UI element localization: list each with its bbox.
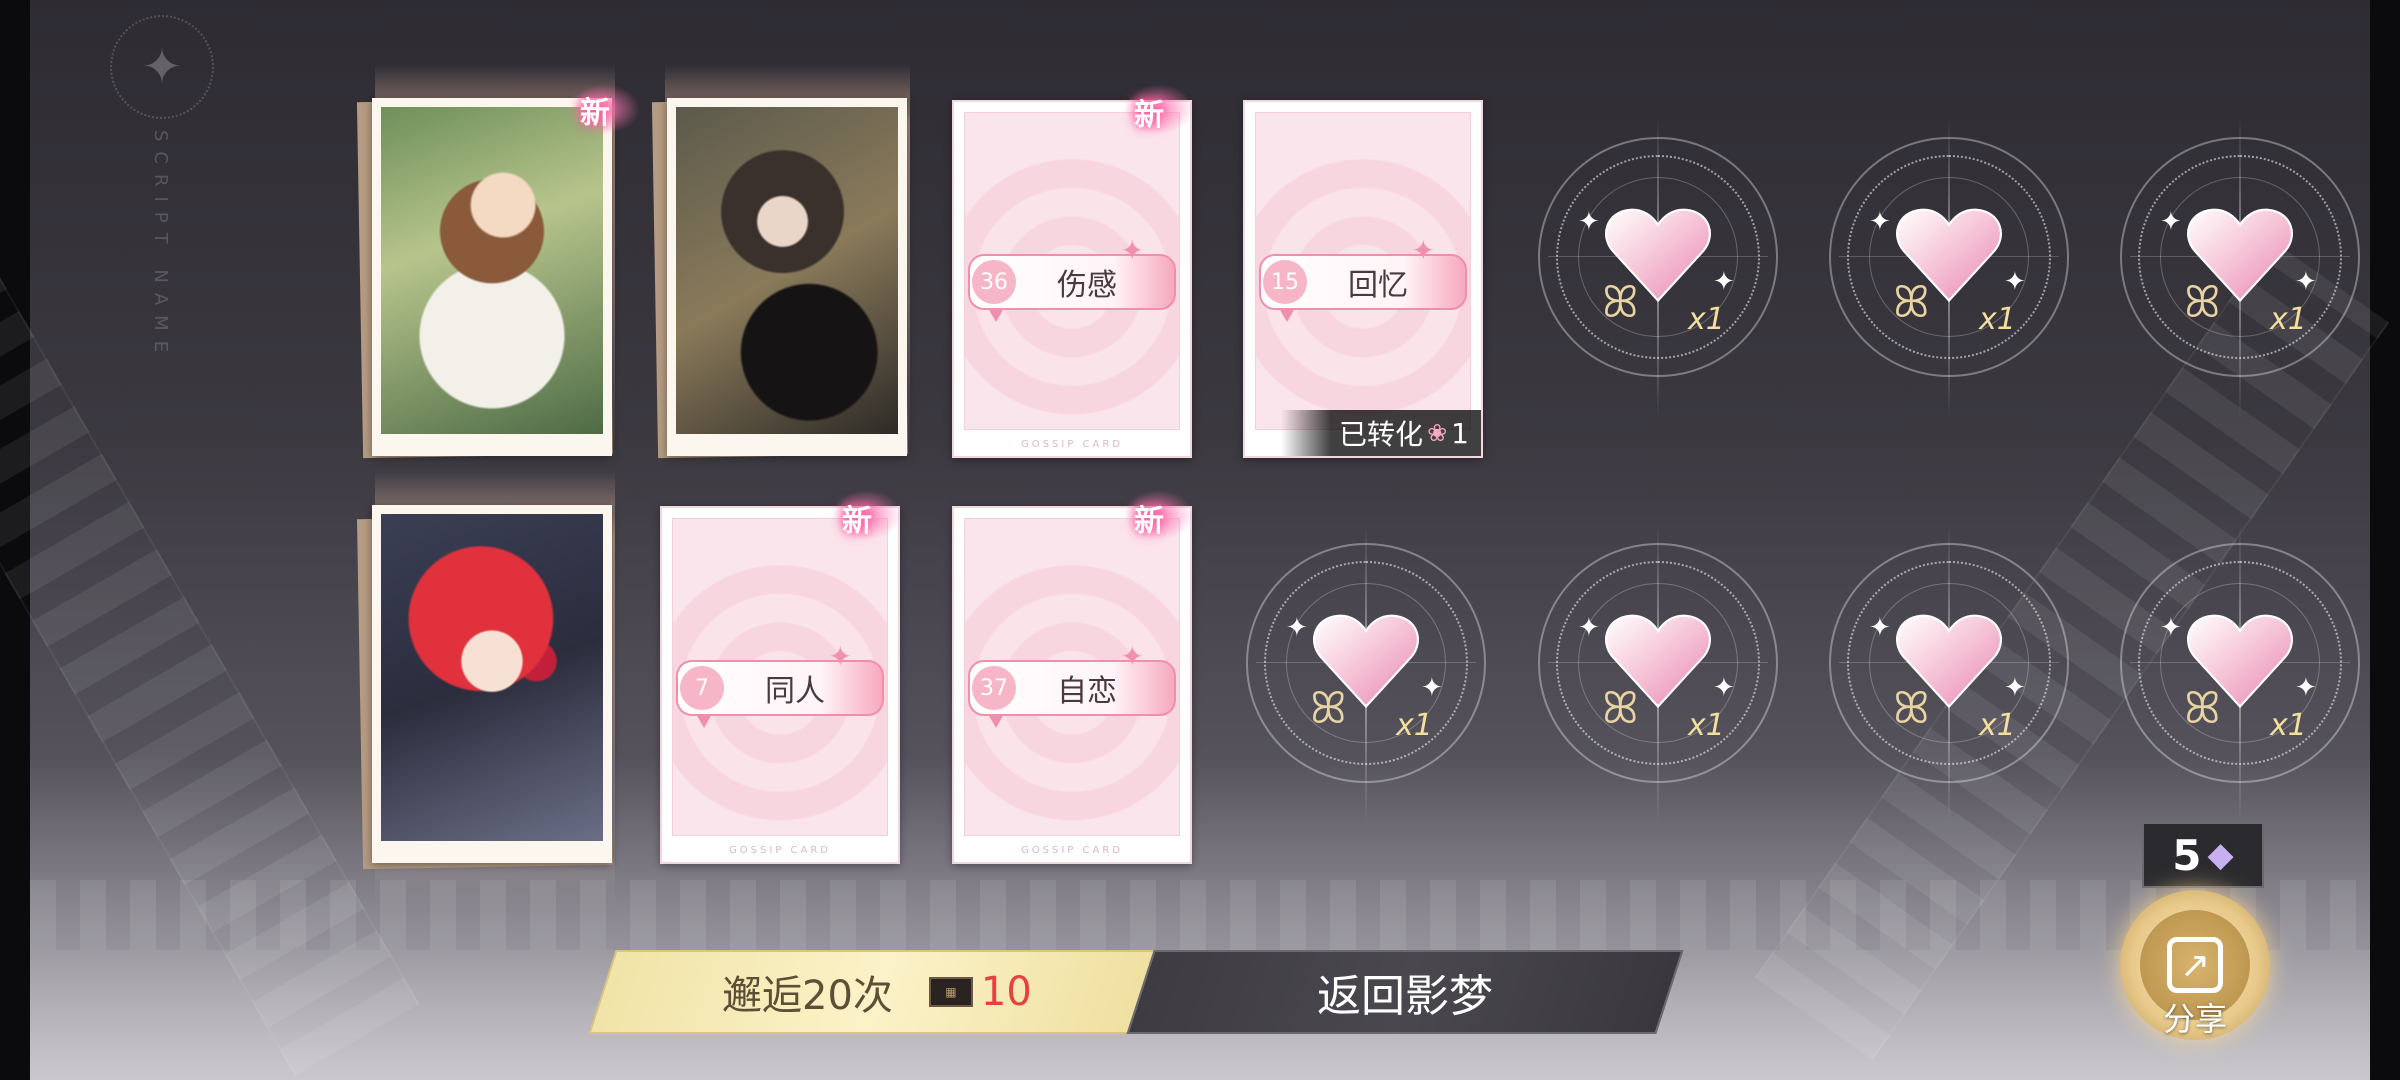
reward-qty: x1 (2270, 302, 2307, 337)
draw-20-button[interactable]: 邂逅20次 ▦ 10 (588, 950, 1166, 1034)
share-label: 分享 (2162, 1000, 2227, 1038)
reward-heart-item[interactable]: ꕤ ✦ ✦ x1 (1538, 117, 1778, 417)
sparkle-icon: ✦ (1713, 267, 1735, 297)
reward-heart-item[interactable]: ꕤ ✦ ✦ x1 (1829, 523, 2069, 823)
sparkle-icon: ✦ (1286, 613, 1308, 643)
reward-qty: x1 (1688, 708, 1725, 743)
sparkle-icon: ✦ (1578, 207, 1600, 237)
gossip-tag: ✦ 7 同人 (676, 640, 884, 728)
reward-qty: x1 (1688, 302, 1725, 337)
draw-label: 邂逅20次 (722, 973, 893, 1019)
bow-icon: ꕤ (1893, 277, 1930, 328)
sparkle-icon: ✦ (1411, 234, 1435, 267)
new-badge: 新 (842, 504, 872, 539)
bow-icon: ꕤ (2184, 683, 2221, 734)
screen-edge-right (2370, 0, 2400, 1080)
reward-heart-item[interactable]: ꕤ ✦ ✦ x1 (1246, 523, 1486, 823)
card-photo-1[interactable]: 新 (356, 84, 640, 459)
sparkle-icon: ✦ (1120, 640, 1144, 673)
gem-icon: ❀ (1427, 419, 1448, 447)
sparkle-icon: ✦ (110, 15, 214, 119)
sparkle-icon: ✦ (2004, 673, 2026, 703)
reward-heart-item[interactable]: ꕤ ✦ ✦ x1 (2120, 117, 2360, 417)
gossip-tag: ✦ 36 伤感 (968, 234, 1176, 322)
gossip-label: 回忆 (1348, 268, 1408, 303)
gossip-card-narcissism[interactable]: ✦ 37 自恋 GOSSIP CARD 新 (952, 490, 1194, 864)
card-art-dark-haired (676, 107, 898, 434)
bow-icon: ꕤ (1310, 683, 1347, 734)
sparkle-icon: ✦ (1578, 613, 1600, 643)
film-ticket-icon: ▦ (929, 977, 973, 1007)
sparkle-icon: ✦ (1421, 673, 1443, 703)
share-reward-count: 5 ◆ (2142, 822, 2264, 888)
bow-icon: ꕤ (1602, 277, 1639, 328)
bow-icon: ꕤ (2184, 277, 2221, 328)
sparkle-icon: ✦ (2295, 673, 2317, 703)
new-badge: 新 (1134, 504, 1164, 539)
converted-text: 已转化 (1339, 418, 1424, 451)
gossip-number: 15 (1263, 260, 1307, 304)
bow-icon: ꕤ (1893, 683, 1930, 734)
return-button[interactable]: 返回影梦 (1126, 950, 1684, 1034)
card-photo-2[interactable] (651, 97, 909, 459)
gossip-card-fandom[interactable]: ✦ 7 同人 GOSSIP CARD 新 (660, 490, 902, 864)
gossip-label: 伤感 (1057, 268, 1117, 303)
sparkle-icon: ✦ (2004, 267, 2026, 297)
draw-cost: 10 (981, 969, 1032, 1015)
share-count-value: 5 (2172, 830, 2202, 880)
sparkle-icon: ✦ (1120, 234, 1144, 267)
gossip-label: 同人 (765, 674, 825, 709)
sparkle-icon: ✦ (1713, 673, 1735, 703)
sparkle-icon: ✦ (1869, 207, 1891, 237)
reward-qty: x1 (1396, 708, 1433, 743)
sparkle-icon: ✦ (2160, 613, 2182, 643)
gossip-label: 自恋 (1057, 674, 1117, 709)
logo-text: SCRIPT NAME (150, 130, 171, 363)
reward-qty: x1 (1979, 708, 2016, 743)
return-label: 返回影梦 (1317, 971, 1493, 1022)
gossip-number: 36 (972, 260, 1016, 304)
new-badge: 新 (1134, 98, 1164, 133)
gossip-tag: ✦ 15 回忆 (1259, 234, 1467, 322)
new-badge: 新 (580, 96, 610, 131)
card-art-girl (381, 107, 603, 434)
gossip-number: 7 (680, 666, 724, 710)
reward-heart-item[interactable]: ꕤ ✦ ✦ x1 (2120, 523, 2360, 823)
share-button[interactable]: ↗ 分享 (2120, 890, 2270, 1040)
reward-qty: x1 (2270, 708, 2307, 743)
gossip-card-sadness[interactable]: ✦ 36 伤感 GOSSIP CARD 新 (952, 84, 1194, 458)
sparkle-icon: ✦ (1869, 613, 1891, 643)
reward-heart-item[interactable]: ꕤ ✦ ✦ x1 (1829, 117, 2069, 417)
gossip-footer: GOSSIP CARD (1021, 845, 1123, 856)
gossip-footer: GOSSIP CARD (729, 845, 831, 856)
gossip-tag: ✦ 37 自恋 (968, 640, 1176, 728)
gossip-card-memory[interactable]: ✦ 15 回忆 已转化 ❀ 1 (1243, 100, 1483, 458)
bow-icon: ꕤ (1602, 683, 1639, 734)
card-art-red-haired (381, 514, 603, 841)
gossip-number: 37 (972, 666, 1016, 710)
sparkle-icon: ✦ (828, 640, 852, 673)
converted-qty: 1 (1451, 416, 1469, 450)
converted-badge: 已转化 ❀ 1 (1281, 410, 1481, 456)
card-photo-3[interactable] (356, 505, 614, 870)
gossip-footer: GOSSIP CARD (1021, 439, 1123, 450)
sparkle-icon: ✦ (2295, 267, 2317, 297)
reward-qty: x1 (1979, 302, 2016, 337)
reward-heart-item[interactable]: ꕤ ✦ ✦ x1 (1538, 523, 1778, 823)
share-icon: ↗ (2167, 937, 2223, 993)
crystal-icon: ◆ (2207, 835, 2234, 875)
sparkle-icon: ✦ (2160, 207, 2182, 237)
